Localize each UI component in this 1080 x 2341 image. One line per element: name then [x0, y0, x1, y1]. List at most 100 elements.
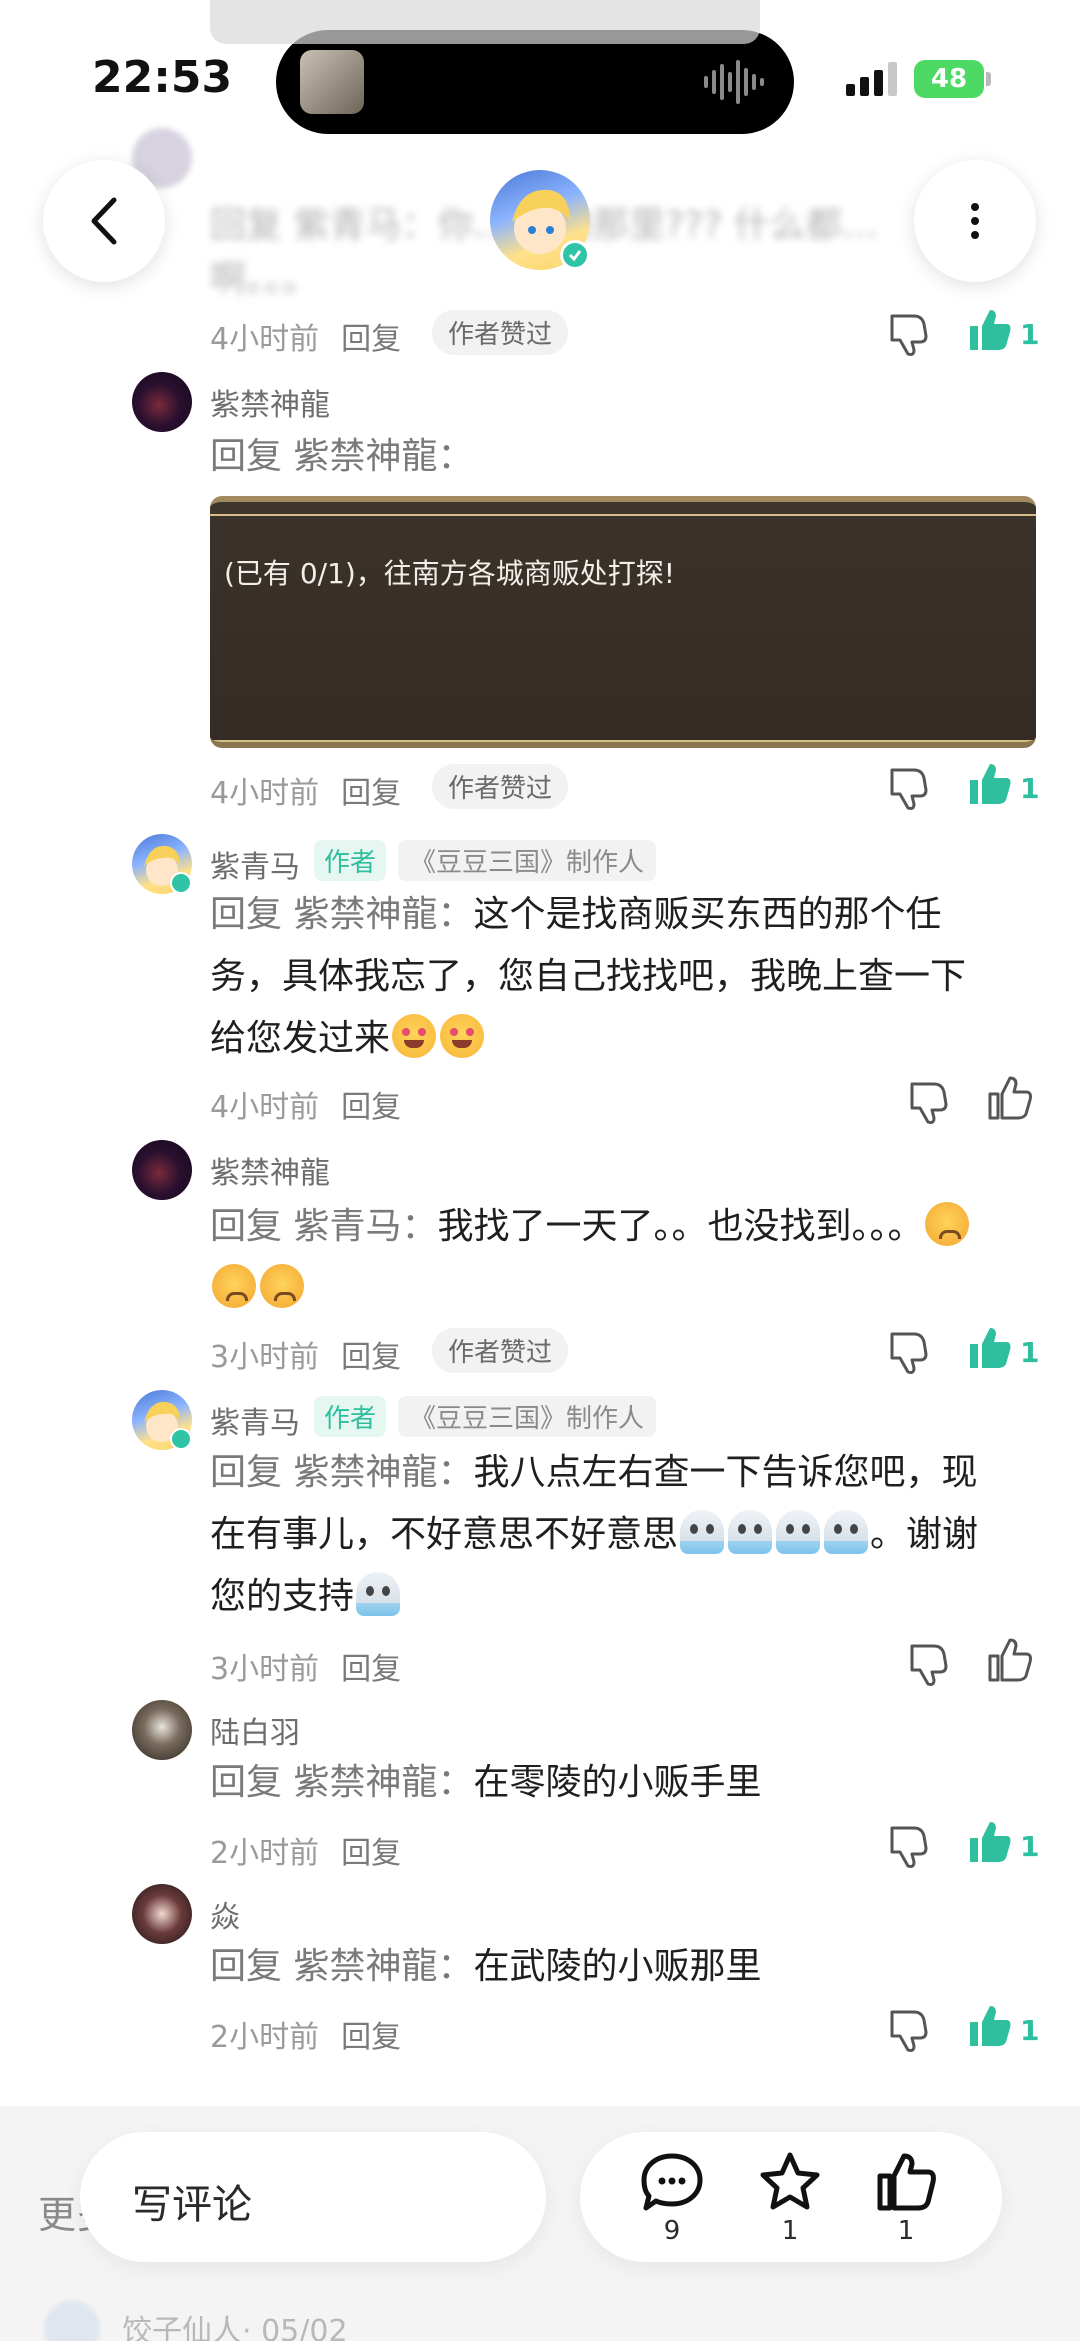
comment-text: 。谢谢 [870, 1514, 979, 1555]
favorite-button[interactable]: 1 [750, 2150, 830, 2246]
comment-time: 4小时前 [210, 776, 320, 811]
comment-bubble-icon [641, 2153, 703, 2211]
thumbs-up-filled-icon[interactable] [966, 306, 1014, 354]
thumbs-up-filled-icon[interactable] [966, 760, 1014, 808]
crying-emoji-icon [824, 1510, 869, 1554]
comment-author[interactable]: 紫青马 [210, 1398, 300, 1442]
crying-emoji-icon [728, 1510, 773, 1554]
thumbs-up-icon[interactable] [986, 1636, 1034, 1684]
back-button[interactable] [43, 160, 165, 282]
comment-time: 3小时前 [210, 1340, 320, 1375]
comment-meta: 2小时前 回复 [210, 1828, 401, 1872]
reply-link[interactable]: 回复 [341, 2020, 401, 2055]
comment-time: 4小时前 [210, 322, 320, 357]
avatar[interactable] [132, 1884, 192, 1944]
comment-author[interactable]: 焱 [210, 1892, 240, 1936]
reply-prefix: 回复 紫青马： [210, 1206, 438, 1247]
comment-time: 4小时前 [210, 1090, 320, 1125]
comment-text: 您的支持 [210, 1576, 355, 1617]
like-count: 1 [1020, 772, 1040, 805]
avatar[interactable] [132, 1700, 192, 1760]
action-bar: 9 1 1 [580, 2132, 1002, 2262]
reply-prefix: 回复 紫禁神龍： [210, 1762, 474, 1803]
thumbs-down-icon[interactable] [884, 1822, 932, 1870]
author-tag: 作者 [314, 840, 387, 881]
comment-text: 在有事儿，不好意思不好意思 [210, 1514, 679, 1555]
comment-meta: 3小时前 回复 [210, 1332, 401, 1376]
verified-badge-icon [170, 1428, 192, 1450]
chevron-left-icon [91, 197, 117, 245]
comment-text: 我八点左右查一下告诉您吧，现 [473, 1452, 978, 1493]
comment-meta: 4小时前 回复 [210, 1082, 401, 1126]
comment-body: 回复 紫青马：我找了一天了。。也没找到。。。 [210, 1196, 1030, 1320]
comment-count: 9 [663, 2216, 681, 2246]
comment-time: 2小时前 [210, 2020, 320, 2055]
avatar[interactable] [132, 1140, 192, 1200]
comment-author[interactable]: 紫禁神龍 [210, 1148, 330, 1192]
reply-prefix: 回复 紫禁神龍： [210, 436, 474, 477]
like-post-button[interactable]: 1 [866, 2150, 946, 2246]
thumbs-up-filled-icon[interactable] [966, 1818, 1014, 1866]
write-comment-input[interactable]: 写评论 [80, 2132, 546, 2262]
thumbs-up-filled-icon[interactable] [966, 2002, 1014, 2050]
role-tag: 《豆豆三国》制作人 [398, 840, 657, 881]
next-comment-author: 饺子仙人· 05/02 [122, 2314, 348, 2341]
star-icon [760, 2152, 820, 2210]
comment-text: 在零陵的小贩手里 [473, 1762, 762, 1803]
crying-emoji-icon [356, 1572, 401, 1616]
comment-time: 3小时前 [210, 1652, 320, 1687]
comment-text: 务，具体我忘了，您自己找找吧，我晚上查一下 [210, 956, 967, 997]
favorite-count: 1 [781, 2216, 799, 2246]
comment-body: 回复 紫禁神龍： [210, 426, 1030, 488]
reply-link[interactable]: 回复 [341, 322, 401, 357]
reply-prefix: 回复 紫禁神龍： [210, 1946, 474, 1987]
reply-link[interactable]: 回复 [341, 1090, 401, 1125]
reply-prefix: 回复 紫禁神龍： [210, 894, 474, 935]
reply-link[interactable]: 回复 [341, 776, 401, 811]
more-options-button[interactable] [914, 160, 1036, 282]
faded-text: 啊。。。 [210, 259, 319, 300]
comment-meta: 4小时前 回复 [210, 314, 401, 358]
avatar[interactable] [132, 372, 192, 432]
sad-emoji-icon [925, 1202, 970, 1246]
thumbs-down-icon[interactable] [884, 764, 932, 812]
crying-emoji-icon [776, 1510, 821, 1554]
reply-link[interactable]: 回复 [341, 1340, 401, 1375]
thumbs-down-icon[interactable] [904, 1078, 952, 1126]
thumbs-down-icon[interactable] [904, 1640, 952, 1688]
thumbs-down-icon[interactable] [884, 2006, 932, 2054]
author-liked-badge: 作者赞过 [432, 310, 569, 355]
verified-badge-icon [560, 240, 590, 270]
sad-emoji-icon [260, 1264, 304, 1308]
author-liked-badge: 作者赞过 [432, 1328, 569, 1373]
smiling-emoji-icon [440, 1014, 485, 1058]
reply-link[interactable]: 回复 [341, 1836, 401, 1871]
image-text: (已有 0/1)，往南方各城商贩处打探! [224, 557, 676, 590]
like-count: 1 [1020, 1830, 1040, 1863]
reply-link[interactable]: 回复 [341, 1652, 401, 1687]
like-count: 1 [1020, 2014, 1040, 2047]
comment-meta: 2小时前 回复 [210, 2012, 401, 2056]
thumbs-down-icon[interactable] [884, 310, 932, 358]
comment-author[interactable]: 紫青马 [210, 842, 300, 886]
attached-image[interactable]: (已有 0/1)，往南方各城商贩处打探! [210, 496, 1036, 748]
comment-text: 给您发过来 [210, 1018, 391, 1059]
comment-text: 在武陵的小贩那里 [473, 1946, 762, 1987]
verified-badge-icon [170, 872, 192, 894]
comment-meta: 4小时前 回复 [210, 768, 401, 812]
reply-prefix: 回复 紫禁神龍： [210, 1452, 474, 1493]
thumbs-up-filled-icon[interactable] [966, 1324, 1014, 1372]
comment-author[interactable]: 陆白羽 [210, 1708, 300, 1752]
comment-text: 我找了一天了。。也没找到。。。 [437, 1206, 924, 1247]
comment-body: 回复 紫禁神龍：在零陵的小贩手里 [210, 1752, 1030, 1814]
author-avatar[interactable] [490, 170, 590, 270]
comment-author[interactable]: 紫禁神龍 [210, 380, 330, 424]
author-tag: 作者 [314, 1396, 387, 1437]
smiling-emoji-icon [392, 1014, 437, 1058]
game-dialog: (已有 0/1)，往南方各城商贩处打探! [210, 514, 1036, 742]
like-count: 1 [1020, 318, 1040, 351]
thumbs-down-icon[interactable] [884, 1328, 932, 1376]
thumbs-up-icon[interactable] [986, 1074, 1034, 1122]
comments-button[interactable]: 9 [632, 2150, 712, 2246]
author-liked-badge: 作者赞过 [432, 764, 569, 809]
